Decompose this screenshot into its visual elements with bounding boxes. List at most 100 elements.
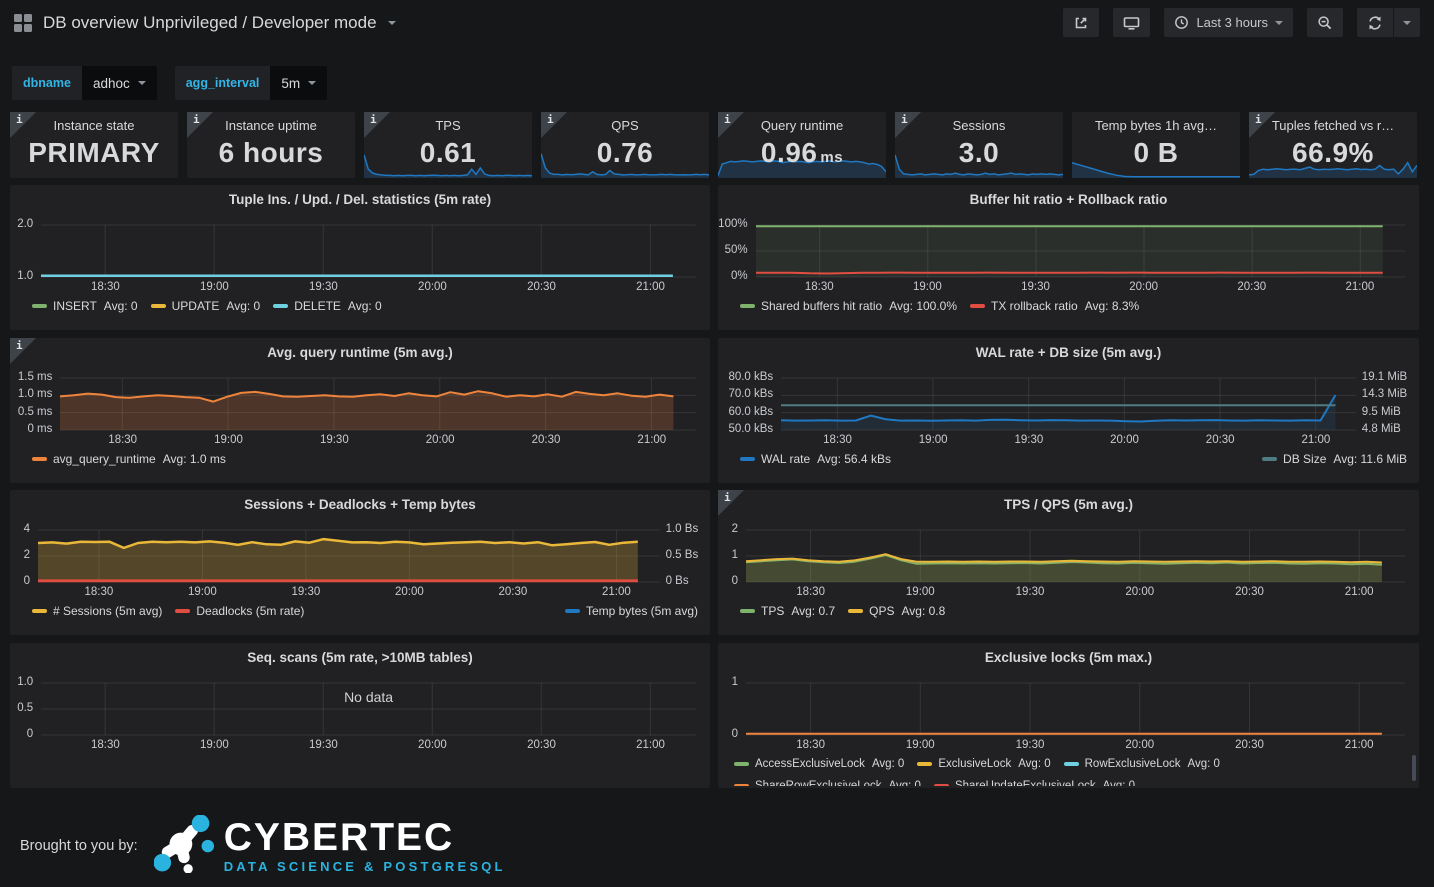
x-axis-tick: 20:30 [1225, 739, 1273, 751]
x-axis-tick: 19:30 [310, 434, 358, 446]
refresh-button[interactable] [1357, 8, 1393, 37]
x-axis-tick: 20:30 [489, 586, 537, 598]
x-axis-tick: 19:30 [299, 739, 347, 751]
stat-value: 3.0 [895, 137, 1063, 169]
legend-item-tx-rollback-ratio[interactable]: TX rollback ratio Avg: 8.3% [970, 295, 1139, 317]
chart-panel-query-runtime: iAvg. query runtime (5m avg.)1.5 ms1.0 m… [10, 338, 710, 483]
plot-area-wal-rate[interactable] [781, 378, 1356, 432]
panel-info-icon[interactable]: i [1249, 112, 1275, 138]
legend-item-shareupdateexclusivelock[interactable]: ShareUpdateExclusiveLockAvg: 0 [934, 775, 1135, 786]
info-i-glyph: i [193, 113, 200, 126]
legend-scrollbar[interactable] [1412, 755, 1416, 781]
legend-query-runtime: avg_query_runtimeAvg: 1.0 ms [32, 448, 696, 470]
chart-title-seq-scans[interactable]: Seq. scans (5m rate, >10MB tables) [10, 650, 710, 665]
panel-info-icon[interactable]: i [718, 112, 744, 138]
dashboards-grid-icon[interactable] [14, 14, 32, 32]
plot-area-locks[interactable] [746, 683, 1405, 737]
y-axis-right-tick: 14.3 MiB [1362, 388, 1419, 400]
zoom-out-button[interactable] [1307, 8, 1343, 37]
variable-dbname-value[interactable]: adhoc [82, 66, 157, 100]
chart-title-query-runtime[interactable]: Avg. query runtime (5m avg.) [10, 345, 710, 360]
time-range-picker[interactable]: Last 3 hours [1164, 8, 1293, 37]
panel-info-icon[interactable]: i [541, 112, 567, 138]
variable-agg-interval-value[interactable]: 5m [270, 66, 327, 100]
x-axis-tick: 18:30 [81, 739, 129, 751]
chart-title-locks[interactable]: Exclusive locks (5m max.) [718, 650, 1419, 665]
y-axis-tick: 70.0 kBs [718, 388, 773, 400]
legend-item-avg-query-runtime[interactable]: avg_query_runtimeAvg: 1.0 ms [32, 448, 226, 470]
legend-item-delete[interactable]: DELETEAvg: 0 [273, 295, 382, 317]
y-axis-tick: 60.0 kBs [718, 406, 773, 418]
legend-series-avg: Avg: 8.3% [1085, 295, 1139, 317]
legend-item-insert[interactable]: INSERTAvg: 0 [32, 295, 138, 317]
legend-item-deadlocks-5m-rate[interactable]: Deadlocks (5m rate) [175, 600, 304, 622]
legend-series-name: INSERT [53, 295, 97, 317]
x-axis-tick: 19:30 [1006, 586, 1054, 598]
panel-info-icon[interactable]: i [895, 112, 921, 138]
chart-title-tuple-stats[interactable]: Tuple Ins. / Upd. / Del. statistics (5m … [10, 192, 710, 207]
legend-item-db-size[interactable]: DB SizeAvg: 11.6 MiB [1262, 452, 1407, 466]
legend-item-update[interactable]: UPDATEAvg: 0 [151, 295, 261, 317]
legend-series-avg: Avg: 0 [889, 775, 921, 786]
share-button[interactable] [1063, 8, 1099, 37]
dashboard-title[interactable]: DB overview Unprivileged / Developer mod… [43, 13, 377, 33]
x-axis-tick: 18:30 [787, 586, 835, 598]
chart-title-tps-qps[interactable]: TPS / QPS (5m avg.) [718, 497, 1419, 512]
legend-item-sessions-5m-avg[interactable]: # Sessions (5m avg) [32, 600, 162, 622]
chart-title-wal-rate[interactable]: WAL rate + DB size (5m avg.) [718, 345, 1419, 360]
plot-area-tuple-stats[interactable] [41, 225, 696, 279]
chart-title-sessions[interactable]: Sessions + Deadlocks + Temp bytes [10, 497, 710, 512]
panel-info-icon[interactable]: i [364, 112, 390, 138]
panel-info-icon[interactable]: i [10, 112, 36, 138]
legend-item-qps[interactable]: QPSAvg: 0.8 [848, 600, 945, 622]
x-axis-tick: 19:30 [299, 281, 347, 293]
chart-panel-seq-scans: Seq. scans (5m rate, >10MB tables)1.00.5… [10, 643, 710, 788]
legend-locks: AccessExclusiveLockAvg: 0 ExclusiveLockAv… [734, 753, 1399, 786]
series-swatch-icon [970, 304, 985, 308]
variable-agg-interval-current: 5m [281, 76, 300, 91]
chart-title-buffer-hit[interactable]: Buffer hit ratio + Rollback ratio [718, 192, 1419, 207]
plot-area-query-runtime[interactable] [60, 378, 696, 432]
x-axis-tick: 20:00 [1101, 434, 1149, 446]
title-caret-icon[interactable] [388, 21, 396, 25]
refresh-interval-dropdown[interactable] [1393, 8, 1420, 37]
legend-item-exclusivelock[interactable]: ExclusiveLockAvg: 0 [917, 753, 1050, 775]
panel-info-icon[interactable]: i [10, 338, 36, 364]
legend-item-temp-bytes-5m-avg[interactable]: Temp bytes (5m avg) [565, 604, 698, 618]
panel-info-icon[interactable]: i [187, 112, 213, 138]
plot-area-tps-qps[interactable] [746, 530, 1405, 584]
legend-series-avg: Avg: 0 [226, 295, 260, 317]
legend-item-rowexclusivelock[interactable]: RowExclusiveLockAvg: 0 [1064, 753, 1220, 775]
info-i-glyph: i [901, 113, 908, 126]
y-axis-tick: 1.0 [10, 676, 33, 688]
cybertec-wordmark: CYBERTEC DATA SCIENCE & POSTGRESQL [224, 819, 506, 874]
legend-item-sharerowexclusivelock[interactable]: ShareRowExclusiveLock Avg: 0 [734, 775, 921, 786]
tv-kiosk-button[interactable] [1113, 8, 1150, 37]
y-axis-tick: 1.5 ms [10, 371, 52, 383]
stat-panel-query-runtime: iQuery runtime0.96ms [718, 112, 886, 178]
x-axis-tick: 19:00 [909, 434, 957, 446]
variable-dbname-current: adhoc [93, 76, 130, 91]
legend-series-name: RowExclusiveLock [1085, 753, 1181, 775]
info-fold [718, 112, 744, 138]
legend-item-shared-buffers-hit-ratio[interactable]: Shared buffers hit ratioAvg: 100.0% [740, 295, 957, 317]
stat-value: 0.61 [364, 137, 532, 169]
legend-item-accessexclusivelock[interactable]: AccessExclusiveLockAvg: 0 [734, 753, 904, 775]
plot-area-buffer-hit[interactable] [756, 225, 1405, 279]
stat-title[interactable]: Temp bytes 1h avg… [1072, 118, 1240, 133]
panel-info-icon[interactable]: i [718, 490, 744, 516]
stat-value: 6 hours [187, 137, 355, 169]
x-axis-tick: 21:00 [1336, 281, 1384, 293]
variable-dbname-label: dbname [12, 66, 82, 100]
y-axis-tick: 50.0 kBs [718, 423, 773, 435]
plot-area-sessions[interactable] [38, 530, 660, 584]
x-axis-tick: 21:00 [1335, 586, 1383, 598]
legend-series-name: TX rollback ratio [991, 295, 1078, 317]
chart-panel-tuple-stats: Tuple Ins. / Upd. / Del. statistics (5m … [10, 185, 710, 330]
y-axis-right-tick: 1.0 Bs [666, 523, 710, 535]
legend-item-wal-rate[interactable]: WAL rateAvg: 56.4 kBs [740, 448, 891, 470]
x-axis-tick: 21:00 [592, 586, 640, 598]
legend-series-name: ShareRowExclusiveLock [755, 775, 882, 786]
legend-item-tps[interactable]: TPSAvg: 0.7 [740, 600, 835, 622]
stat-panel-sessions: iSessions3.0 [895, 112, 1063, 178]
